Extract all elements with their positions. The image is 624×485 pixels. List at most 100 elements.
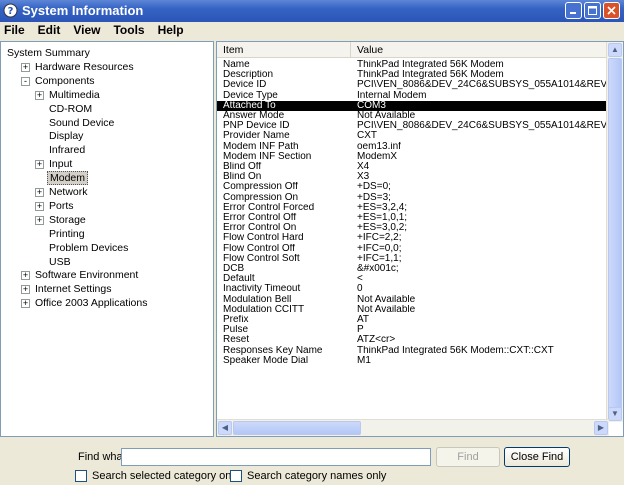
details-list[interactable]: Item Value Name ThinkPad Integrated 56K M…	[216, 41, 624, 437]
expand-icon[interactable]: +	[35, 90, 44, 100]
table-row[interactable]: PNP Device ID PCI\VEN_8086&DEV_24C6&SUBSY…	[217, 121, 609, 131]
tree-item[interactable]: Infrared	[47, 143, 87, 157]
table-row[interactable]: Compression On +DS=3;	[217, 193, 609, 203]
scroll-up-button[interactable]: ▲	[608, 43, 622, 57]
tree-item[interactable]: - Components	[21, 74, 97, 88]
find-input[interactable]	[121, 448, 431, 466]
expand-icon[interactable]: +	[35, 160, 44, 170]
column-header-item[interactable]: Item	[217, 42, 351, 58]
table-row[interactable]: Default <	[217, 274, 609, 284]
tree-item[interactable]: + Storage	[35, 213, 88, 227]
table-row[interactable]: Error Control On +ES=3,0,2;	[217, 223, 609, 233]
cell-value: +ES=3,2,4;	[357, 202, 408, 213]
table-row[interactable]: Device ID PCI\VEN_8086&DEV_24C6&SUBSYS_05…	[217, 80, 609, 90]
table-row[interactable]: Modem INF Path oem13.inf	[217, 142, 609, 152]
cell-item: Blind On	[223, 172, 262, 183]
table-row[interactable]: Flow Control Soft +IFC=1,1;	[217, 254, 609, 264]
table-row[interactable]: Attached To COM3	[217, 100, 609, 111]
tree-item[interactable]: + Software Environment	[21, 268, 140, 282]
tree-item[interactable]: + Hardware Resources	[21, 60, 136, 74]
table-row[interactable]: DCB &#x001c;	[217, 264, 609, 274]
expand-icon[interactable]: +	[35, 188, 44, 197]
expand-icon[interactable]: +	[21, 271, 30, 281]
tree-item[interactable]: + Multimedia	[35, 88, 102, 102]
table-row[interactable]: Pulse P	[217, 325, 609, 335]
tree-item[interactable]: Sound Device	[47, 116, 116, 130]
tree-item[interactable]: Problem Devices	[47, 241, 130, 255]
cell-value: <	[357, 274, 363, 285]
table-row[interactable]: Blind Off X4	[217, 162, 609, 172]
search-selected-category-option[interactable]: Search selected category only	[75, 470, 239, 482]
table-row[interactable]: Provider Name CXT	[217, 131, 609, 141]
search-category-names-label: Search category names only	[247, 470, 387, 482]
horizontal-scroll-thumb[interactable]	[233, 421, 361, 435]
table-row[interactable]: Error Control Forced +ES=3,2,4;	[217, 203, 609, 213]
menu-view[interactable]: View	[68, 22, 108, 39]
expand-icon[interactable]: +	[35, 215, 44, 225]
cell-item: Error Control On	[223, 223, 297, 234]
cell-item: Compression Off	[223, 182, 298, 193]
cell-value: P	[357, 325, 364, 336]
tree-item-label: System Summary	[7, 47, 90, 59]
scroll-left-button[interactable]: ◀	[218, 421, 232, 435]
expand-icon[interactable]: +	[35, 201, 44, 211]
tree-item[interactable]: Display	[47, 129, 85, 143]
maximize-button[interactable]	[584, 2, 601, 19]
horizontal-scrollbar[interactable]: ◀ ▶	[217, 419, 609, 436]
tree-item[interactable]: Printing	[47, 227, 87, 241]
tree-item[interactable]: + Internet Settings	[21, 282, 113, 296]
table-row[interactable]: Reset ATZ<cr>	[217, 335, 609, 345]
tree-item[interactable]: + Office 2003 Applications	[21, 296, 149, 310]
tree-item[interactable]: USB	[47, 255, 73, 269]
category-tree[interactable]: System Summary + Hardware Resources - Compon…	[0, 41, 214, 437]
tree-item[interactable]: Modem	[47, 171, 89, 186]
scroll-right-button[interactable]: ▶	[594, 421, 608, 435]
menu-tools[interactable]: Tools	[108, 22, 152, 39]
vertical-scrollbar[interactable]: ▲ ▼	[606, 42, 623, 422]
tree-item-label: Infrared	[49, 144, 86, 157]
table-row[interactable]: Compression Off +DS=0;	[217, 182, 609, 192]
expand-icon[interactable]: +	[21, 285, 30, 295]
tree-item[interactable]: + Ports	[35, 199, 76, 213]
close-button[interactable]	[603, 2, 620, 19]
table-row[interactable]: Inactivity Timeout 0	[217, 284, 609, 294]
minimize-button[interactable]	[565, 2, 582, 19]
cell-value: X3	[357, 172, 370, 183]
expand-icon[interactable]: +	[21, 62, 30, 72]
table-row[interactable]: Device Type Internal Modem	[217, 91, 609, 101]
search-category-names-checkbox[interactable]	[230, 470, 242, 482]
table-row[interactable]: Blind On X3	[217, 172, 609, 182]
table-row[interactable]: Modulation CCITT Not Available	[217, 305, 609, 315]
column-header-value[interactable]: Value	[351, 42, 609, 58]
table-row[interactable]: Speaker Mode Dial M1	[217, 356, 609, 366]
table-row[interactable]: Prefix AT	[217, 315, 609, 325]
vertical-scroll-thumb[interactable]	[608, 58, 622, 412]
table-row[interactable]: Name ThinkPad Integrated 56K Modem	[217, 60, 609, 70]
table-row[interactable]: Flow Control Off +IFC=0,0;	[217, 244, 609, 254]
close-find-button[interactable]: Close Find	[504, 447, 570, 467]
cell-item: DCB	[223, 264, 245, 274]
table-row[interactable]: Modulation Bell Not Available	[217, 295, 609, 305]
table-row[interactable]: Modem INF Section ModemX	[217, 152, 609, 162]
search-selected-category-checkbox[interactable]	[75, 470, 87, 482]
scroll-down-button[interactable]: ▼	[608, 407, 622, 421]
table-row[interactable]: Error Control Off +ES=1,0,1;	[217, 213, 609, 223]
collapse-icon[interactable]: -	[21, 76, 30, 86]
expand-icon[interactable]: +	[21, 299, 30, 309]
tree-item[interactable]: + Input	[35, 157, 74, 171]
table-row[interactable]: Answer Mode Not Available	[217, 111, 609, 121]
tree-item[interactable]: System Summary	[5, 46, 92, 60]
cell-value: +IFC=1,1;	[357, 253, 402, 264]
cell-value: PCI\VEN_8086&DEV_24C6&SUBSYS_055A1014&RE…	[357, 80, 609, 91]
table-row[interactable]: Responses Key Name ThinkPad Integrated 56…	[217, 346, 609, 356]
menu-edit[interactable]: Edit	[33, 22, 69, 39]
table-row[interactable]: Flow Control Hard +IFC=2,2;	[217, 233, 609, 243]
search-category-names-option[interactable]: Search category names only	[230, 470, 386, 482]
tree-item[interactable]: + Network	[35, 185, 90, 199]
menu-help[interactable]: Help	[153, 22, 192, 39]
menu-file[interactable]: File	[0, 22, 33, 39]
tree-item-label: Office 2003 Applications	[35, 297, 148, 310]
tree-item[interactable]: CD-ROM	[47, 102, 94, 116]
find-button[interactable]: Find	[436, 447, 500, 467]
table-row[interactable]: Description ThinkPad Integrated 56K Modem	[217, 70, 609, 80]
